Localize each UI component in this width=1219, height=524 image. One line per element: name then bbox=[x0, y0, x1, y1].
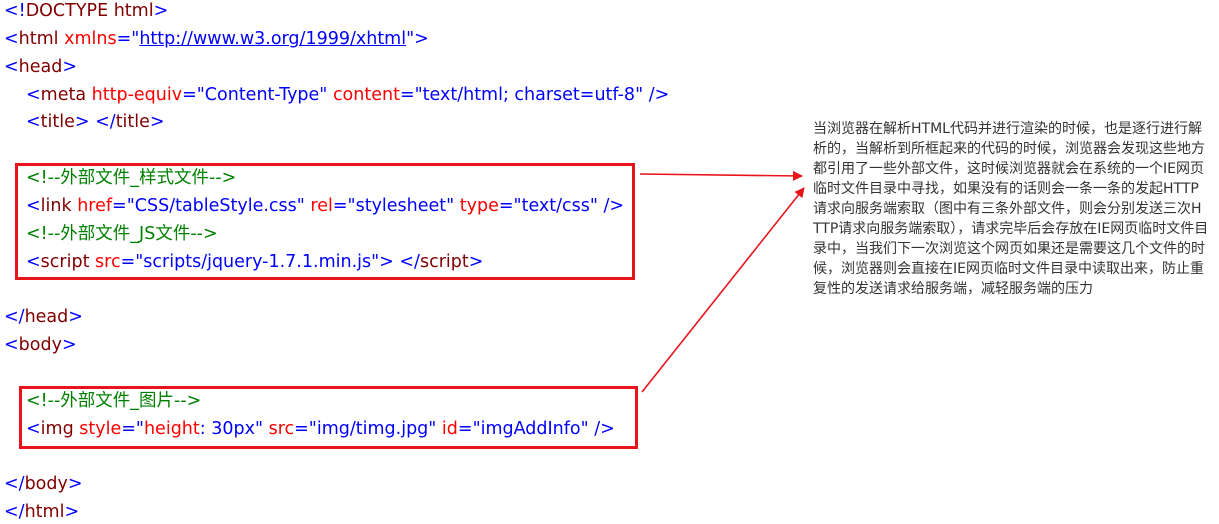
annotation-text: 当浏览器在解析HTML代码并进行渲染的时候，也是逐行进行解析的，当解析到所框起来… bbox=[813, 121, 1209, 297]
arrow-from-image bbox=[641, 187, 805, 393]
arrow-from-external-files bbox=[639, 170, 803, 181]
